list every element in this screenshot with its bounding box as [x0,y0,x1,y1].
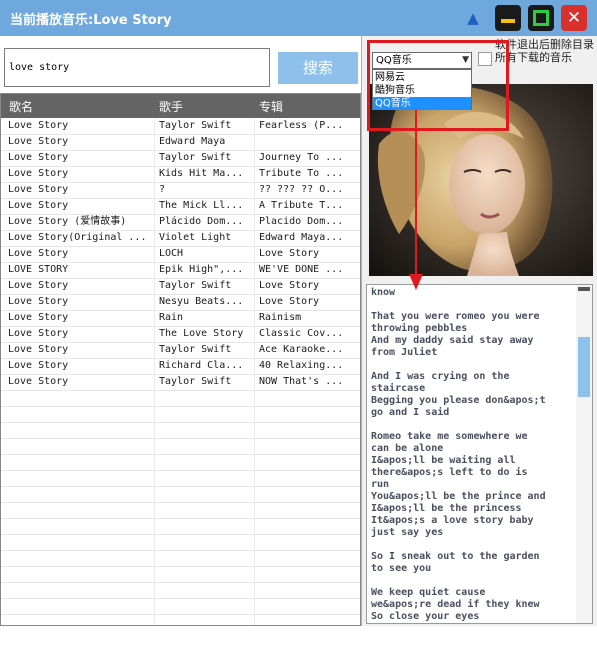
row-divider [1,566,360,567]
album-cell[interactable] [259,134,355,150]
column-header-title[interactable]: 歌名 [9,98,33,115]
song-title-cell[interactable]: Love Story(Original ... [8,230,152,246]
song-title-cell[interactable]: Love Story [8,342,152,358]
highlight-box [367,40,509,131]
album-cell[interactable]: Placido Dom... [259,214,355,230]
album-cell[interactable]: ?? ??? ?? O... [259,182,355,198]
artist-cell[interactable]: Taylor Swift [159,278,253,294]
table-header: 歌名 歌手 专辑 [1,94,360,118]
row-divider [1,438,360,439]
maximize-button[interactable] [528,5,554,31]
results-table: 歌名 歌手 专辑 Love Story Taylor Swift Fearless … [0,93,361,626]
row-divider [1,518,360,519]
row-divider [1,598,360,599]
song-title-cell[interactable]: Love Story (爱情故事) [8,214,152,230]
search-button[interactable]: 搜索 [278,52,358,84]
artist-cell[interactable]: Edward Maya [159,134,253,150]
lyrics-scrollbar[interactable] [576,285,592,623]
artist-cell[interactable]: Plácido Dom... [159,214,253,230]
album-cell[interactable]: 40 Relaxing... [259,358,355,374]
song-title-cell[interactable]: LOVE STORY [8,262,152,278]
song-title-cell[interactable]: Love Story [8,326,152,342]
close-icon: ✕ [566,8,582,28]
close-button[interactable]: ✕ [561,5,587,31]
minimize-icon [501,19,515,23]
maximize-icon [533,10,549,26]
column-divider [154,118,155,625]
song-title-cell[interactable]: Love Story [8,118,152,134]
song-title-cell[interactable]: Love Story [8,134,152,150]
column-header-album[interactable]: 专辑 [259,98,283,115]
row-divider [1,406,360,407]
song-title-cell[interactable]: Love Story [8,246,152,262]
artist-cell[interactable]: ? [159,182,253,198]
row-divider [1,614,360,615]
scroll-thumb[interactable] [578,337,590,397]
song-title-cell[interactable]: Love Story [8,166,152,182]
artist-cell[interactable]: Nesyu Beats... [159,294,253,310]
artist-cell[interactable]: Taylor Swift [159,342,253,358]
artist-cell[interactable]: The Love Story [159,326,253,342]
album-cell[interactable]: Love Story [259,294,355,310]
album-cell[interactable]: WE'VE DONE ... [259,262,355,278]
album-cell[interactable]: Fearless (P... [259,118,355,134]
album-cell[interactable]: Tribute To ... [259,166,355,182]
search-input[interactable] [4,48,270,87]
album-cell[interactable]: Edward Maya... [259,230,355,246]
artist-cell[interactable]: Taylor Swift [159,118,253,134]
row-divider [1,422,360,423]
song-title-cell[interactable]: Love Story [8,294,152,310]
artist-cell[interactable]: Taylor Swift [159,374,253,390]
column-divider [254,118,255,625]
artist-cell[interactable]: Taylor Swift [159,150,253,166]
song-title-cell[interactable]: Love Story [8,374,152,390]
album-cell[interactable]: NOW That's ... [259,374,355,390]
skin-icon[interactable]: ▲ [463,8,483,28]
row-divider [1,502,360,503]
artist-cell[interactable]: Epik High",... [159,262,253,278]
minimize-button[interactable] [495,5,521,31]
song-title-cell[interactable]: Love Story [8,198,152,214]
artist-cell[interactable]: Kids Hit Ma... [159,166,253,182]
row-divider [1,534,360,535]
column-header-artist[interactable]: 歌手 [159,98,183,115]
album-cell[interactable]: Love Story [259,246,355,262]
window-title: 当前播放音乐:Love Story [10,13,172,28]
scroll-up-button[interactable] [578,287,590,291]
song-title-cell[interactable]: Love Story [8,310,152,326]
lyrics-text: know That you were romeo you were throwi… [371,287,546,622]
lyrics-panel[interactable]: know That you were romeo you were throwi… [366,284,593,624]
row-divider [1,582,360,583]
song-title-cell[interactable]: Love Story [8,182,152,198]
song-title-cell[interactable]: Love Story [8,278,152,294]
album-cell[interactable]: Journey To ... [259,150,355,166]
row-divider [1,486,360,487]
album-cell[interactable]: A Tribute T... [259,198,355,214]
row-divider [1,390,360,391]
row-divider [1,454,360,455]
album-cell[interactable]: Classic Cov... [259,326,355,342]
artist-cell[interactable]: LOCH [159,246,253,262]
album-cell[interactable]: Rainism [259,310,355,326]
delete-downloads-label: 软件退出后删除目录所有下载的音乐 [495,38,594,64]
song-title-cell[interactable]: Love Story [8,358,152,374]
row-divider [1,470,360,471]
table-body: Love Story Taylor Swift Fearless (P... Love… [1,118,360,625]
album-cell[interactable]: Love Story [259,278,355,294]
artist-cell[interactable]: The Mick Ll... [159,198,253,214]
artist-cell[interactable]: Rain [159,310,253,326]
song-title-cell[interactable]: Love Story [8,150,152,166]
title-bar: 当前播放音乐:Love Story ▲ ✕ [0,0,597,36]
row-divider [1,550,360,551]
artist-cell[interactable]: Violet Light [159,230,253,246]
artist-cell[interactable]: Richard Cla... [159,358,253,374]
album-cell[interactable]: Ace Karaoke... [259,342,355,358]
